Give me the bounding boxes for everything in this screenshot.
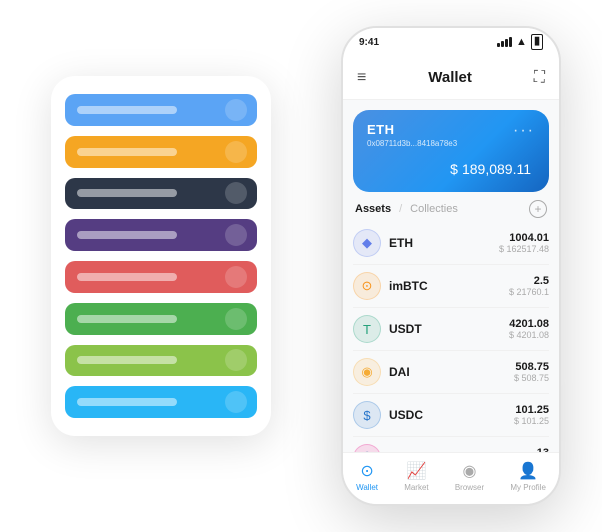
asset-name-usdt: USDT: [389, 322, 509, 336]
asset-usd-value: $ 162517.48: [499, 244, 549, 254]
asset-name-usdc: USDC: [389, 408, 514, 422]
strip-3: [65, 178, 257, 210]
asset-amount-value: 508.75: [514, 361, 549, 373]
nav-icon-my-profile: 👤: [518, 461, 538, 481]
asset-name-eth: ETH: [389, 236, 499, 250]
asset-icon-usdt: T: [353, 315, 381, 343]
assets-tabs: Assets / Collecties: [355, 203, 458, 215]
asset-amount-value: 4201.08: [509, 318, 549, 330]
asset-usd-value: $ 4201.08: [509, 330, 549, 340]
header-title: Wallet: [428, 69, 472, 86]
nav-icon-wallet: ⊙: [360, 461, 373, 481]
asset-row[interactable]: ⊙ imBTC2.5$ 21760.1: [353, 265, 549, 308]
tab-divider: /: [399, 203, 402, 215]
balance-value: 189,089.11: [462, 161, 531, 177]
assets-header: Assets / Collecties +: [343, 192, 559, 222]
eth-card-top: ETH 0x08711d3b...8418a78e3 ···: [367, 122, 535, 148]
eth-card[interactable]: ETH 0x08711d3b...8418a78e3 ··· $189,089.…: [353, 110, 549, 192]
nav-label-wallet: Wallet: [356, 483, 378, 492]
eth-balance: $189,089.11: [367, 154, 535, 180]
expand-icon[interactable]: ⛶: [534, 69, 545, 87]
phone-content: ETH 0x08711d3b...8418a78e3 ··· $189,089.…: [343, 100, 559, 452]
nav-item-market[interactable]: 📈 Market: [404, 461, 428, 492]
asset-row[interactable]: ◉ DAI508.75$ 508.75: [353, 351, 549, 394]
eth-label: ETH: [367, 122, 457, 137]
strip-4: [65, 219, 257, 251]
tab-collecties[interactable]: Collecties: [410, 203, 458, 215]
status-icons: ▲ ▮: [497, 34, 543, 49]
tab-assets[interactable]: Assets: [355, 203, 391, 215]
asset-amounts-eth: 1004.01$ 162517.48: [499, 232, 549, 254]
asset-icon-dai: ◉: [353, 358, 381, 386]
strip-1: [65, 94, 257, 126]
bg-card: [51, 76, 271, 436]
nav-label-my-profile: My Profile: [510, 483, 546, 492]
asset-name-dai: DAI: [389, 365, 514, 379]
balance-symbol: $: [450, 161, 458, 177]
asset-amounts-usdt: 4201.08$ 4201.08: [509, 318, 549, 340]
asset-usd-value: $ 508.75: [514, 373, 549, 383]
asset-row[interactable]: 🌊TFT130: [353, 437, 549, 452]
strip-5: [65, 261, 257, 293]
scene: 9:41 ▲ ▮ ≡ Wallet ⛶: [21, 16, 581, 516]
asset-amounts-dai: 508.75$ 508.75: [514, 361, 549, 383]
asset-amount-value: 1004.01: [499, 232, 549, 244]
asset-row[interactable]: T USDT4201.08$ 4201.08: [353, 308, 549, 351]
asset-amount-value: 2.5: [509, 275, 549, 287]
asset-icon-imbtc: ⊙: [353, 272, 381, 300]
signal-icon: [497, 37, 512, 47]
asset-row[interactable]: ◆ ETH1004.01$ 162517.48: [353, 222, 549, 265]
add-asset-button[interactable]: +: [529, 200, 547, 218]
nav-item-wallet[interactable]: ⊙ Wallet: [356, 461, 378, 492]
asset-row[interactable]: $ USDC101.25$ 101.25: [353, 394, 549, 437]
status-time: 9:41: [359, 37, 379, 48]
nav-icon-browser: ◉: [463, 461, 477, 481]
asset-icon-usdc: $: [353, 401, 381, 429]
strip-6: [65, 303, 257, 335]
nav-item-my-profile[interactable]: 👤 My Profile: [510, 461, 546, 492]
battery-icon: ▮: [531, 34, 543, 49]
asset-name-imbtc: imBTC: [389, 279, 509, 293]
asset-amount-value: 101.25: [514, 404, 549, 416]
asset-list: ◆ ETH1004.01$ 162517.48 ⊙ imBTC2.5$ 21760.1…: [343, 222, 559, 452]
nav-item-browser[interactable]: ◉ Browser: [455, 461, 484, 492]
eth-dots[interactable]: ···: [513, 122, 535, 140]
asset-amounts-imbtc: 2.5$ 21760.1: [509, 275, 549, 297]
status-bar: 9:41 ▲ ▮: [343, 28, 559, 56]
nav-label-browser: Browser: [455, 483, 484, 492]
strip-7: [65, 345, 257, 377]
nav-icon-market: 📈: [406, 461, 426, 481]
asset-icon-eth: ◆: [353, 229, 381, 257]
eth-address: 0x08711d3b...8418a78e3: [367, 139, 457, 148]
strip-8: [65, 386, 257, 418]
strip-2: [65, 136, 257, 168]
asset-amounts-usdc: 101.25$ 101.25: [514, 404, 549, 426]
asset-icon-tft: 🌊: [353, 444, 381, 452]
asset-usd-value: $ 21760.1: [509, 287, 549, 297]
wifi-icon: ▲: [516, 36, 527, 48]
bottom-nav: ⊙ Wallet 📈 Market ◉ Browser 👤 My Profile: [343, 452, 559, 504]
phone-header: ≡ Wallet ⛶: [343, 56, 559, 100]
nav-label-market: Market: [404, 483, 428, 492]
phone: 9:41 ▲ ▮ ≡ Wallet ⛶: [341, 26, 561, 506]
menu-icon[interactable]: ≡: [357, 69, 366, 87]
eth-card-info: ETH 0x08711d3b...8418a78e3: [367, 122, 457, 148]
asset-usd-value: $ 101.25: [514, 416, 549, 426]
